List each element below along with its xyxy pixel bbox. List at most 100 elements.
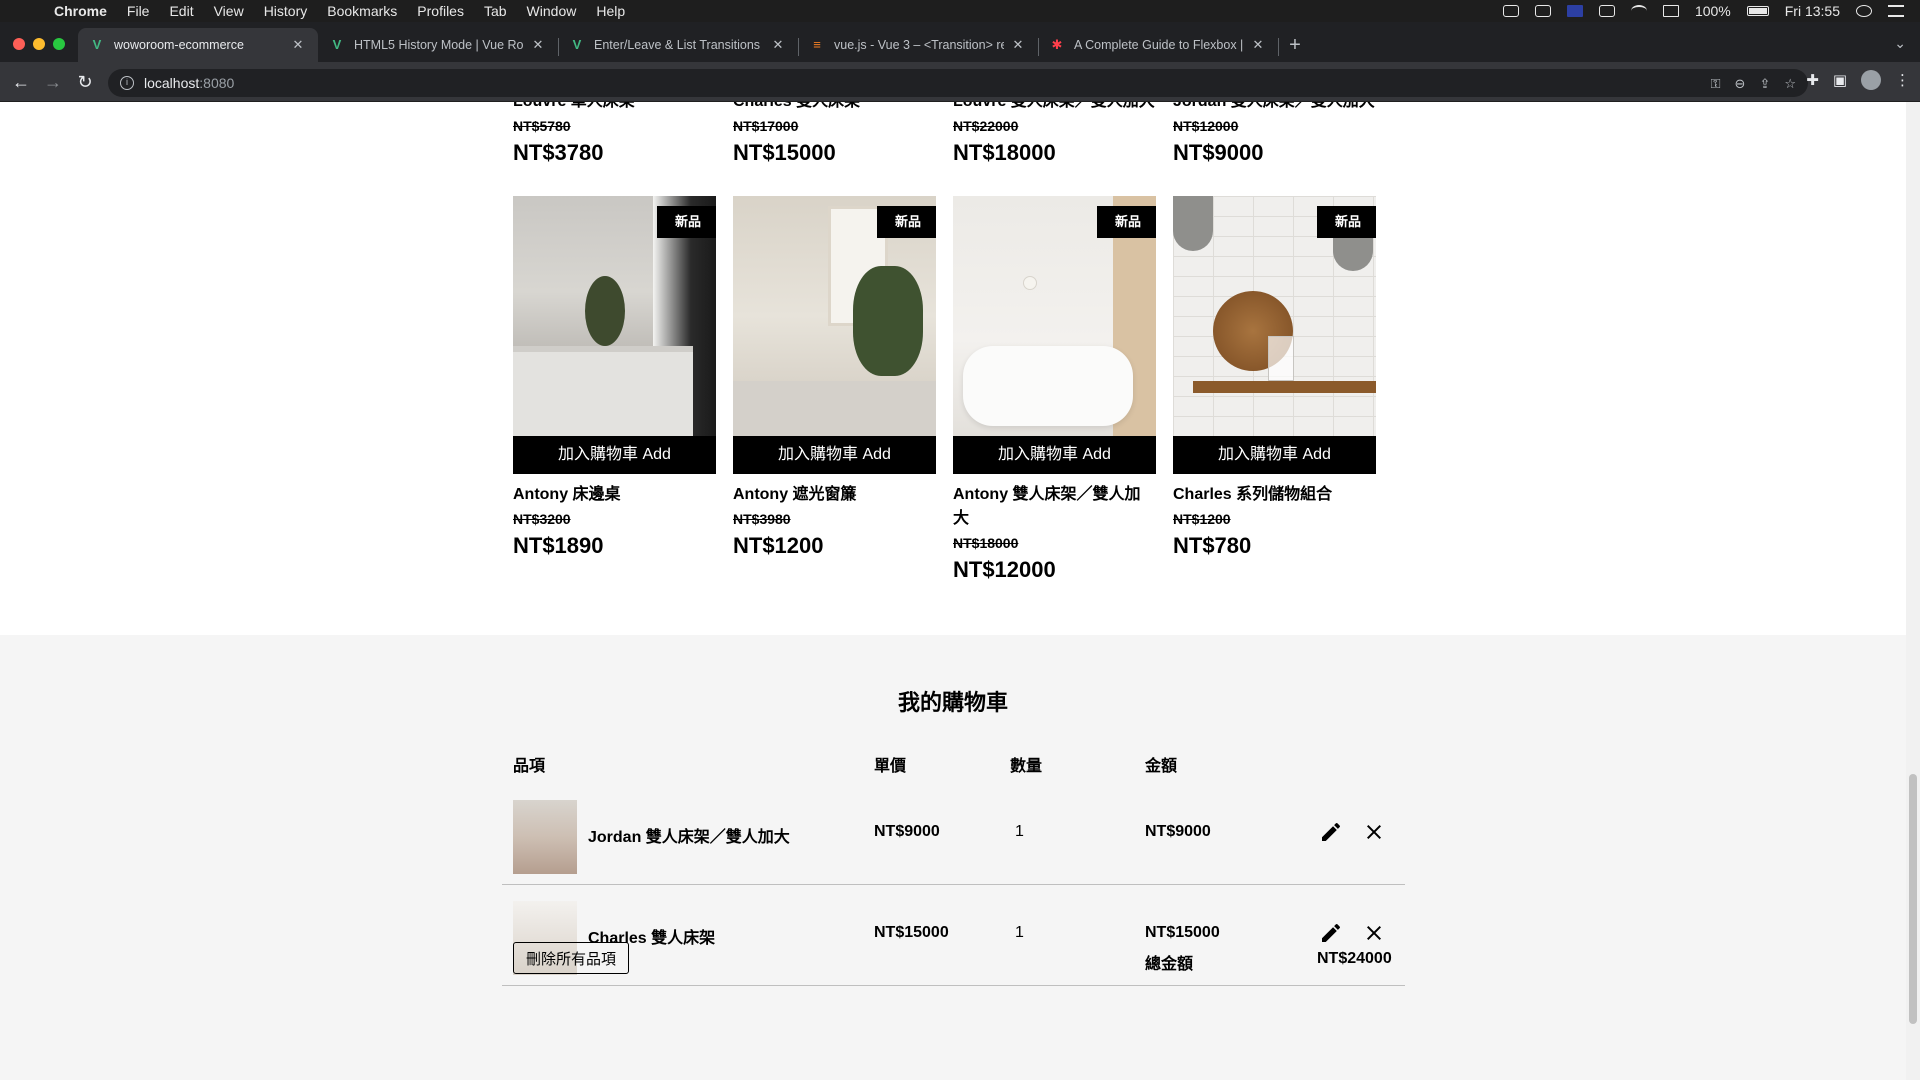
cart-row: Jordan 雙人床架／雙人加大 NT$9000 1 NT$9000 xyxy=(502,785,1405,885)
battery-icon[interactable] xyxy=(1746,6,1769,16)
product-row: 新品 加入購物車 Add Antony 床邊桌 NT$3200 NT$1890 … xyxy=(513,196,1376,585)
product-price: NT$9000 xyxy=(1173,140,1264,165)
site-info-icon[interactable]: i xyxy=(120,76,134,90)
close-tab-icon[interactable]: ✕ xyxy=(530,37,546,53)
product-card: Louvre 雙人床架／雙人加大 NT$22000 NT$18000 xyxy=(953,102,1156,168)
macos-menubar: Chrome File Edit View History Bookmarks … xyxy=(0,0,1920,22)
product-price: NT$15000 xyxy=(733,140,836,165)
app-tray-icon[interactable] xyxy=(1534,5,1551,17)
page-scrollbar[interactable] xyxy=(1906,102,1920,1080)
tab-search-chevron-icon[interactable]: ⌄ xyxy=(1894,35,1906,52)
product-card: 新品 加入購物車 Add Charles 系列儲物組合 NT$1200 NT$7… xyxy=(1173,196,1376,585)
side-panel-icon[interactable]: ▣ xyxy=(1833,71,1847,89)
tab-css-tricks[interactable]: ✱ A Complete Guide to Flexbox | ✕ xyxy=(1038,28,1278,62)
screen-mirroring-icon[interactable] xyxy=(1662,5,1679,17)
remove-close-icon[interactable] xyxy=(1362,820,1386,844)
product-price: NT$3780 xyxy=(513,140,604,165)
product-image[interactable]: 新品 xyxy=(1173,196,1376,436)
cart-header-qty: 數量 xyxy=(1010,758,1043,775)
product-name: Louvre 單人床架 xyxy=(513,102,716,114)
omnibox-actions: ⚿ ⊖ ⇪ ☆ xyxy=(1711,76,1796,92)
menu-tab[interactable]: Tab xyxy=(484,3,507,19)
new-tab-plus-icon[interactable]: + xyxy=(1285,35,1305,55)
menu-edit[interactable]: Edit xyxy=(169,3,193,19)
bookmark-star-icon[interactable]: ☆ xyxy=(1784,76,1796,92)
tab-title: vue.js - Vue 3 – <Transition> re xyxy=(834,38,1004,52)
product-card: Louvre 單人床架 NT$5780 NT$3780 xyxy=(513,102,716,168)
menu-app-name[interactable]: Chrome xyxy=(54,3,107,19)
product-original-price: NT$3200 xyxy=(513,511,571,527)
product-price: NT$12000 xyxy=(953,557,1056,582)
tab-title: A Complete Guide to Flexbox | xyxy=(1074,38,1244,52)
control-center-icon[interactable] xyxy=(1888,5,1904,17)
wifi-icon[interactable] xyxy=(1630,5,1647,17)
tab-transitions[interactable]: V Enter/Leave & List Transitions ✕ xyxy=(558,28,798,62)
vue-icon: V xyxy=(332,37,342,52)
cart-item-name: Jordan 雙人床架／雙人加大 xyxy=(588,829,790,846)
menubar-tray: 100% Fri 13:55 xyxy=(1502,0,1904,22)
menubar-clock[interactable]: Fri 13:55 xyxy=(1785,3,1840,19)
close-window-button[interactable] xyxy=(13,38,25,50)
back-arrow-icon[interactable]: ← xyxy=(9,70,33,94)
page-viewport: Louvre 單人床架 NT$5780 NT$3780 Charles 雙人床架… xyxy=(0,102,1920,1080)
zoom-icon[interactable]: ⊖ xyxy=(1735,76,1746,92)
product-name: Antony 雙人床架／雙人加大 xyxy=(953,486,1141,527)
product-name: Antony 床邊桌 xyxy=(513,486,621,503)
product-original-price: NT$5780 xyxy=(513,118,571,134)
add-to-cart-button[interactable]: 加入購物車 Add xyxy=(733,436,936,474)
menu-view[interactable]: View xyxy=(214,3,244,19)
menu-help[interactable]: Help xyxy=(596,3,625,19)
product-image[interactable]: 新品 xyxy=(513,196,716,436)
bluetooth-icon[interactable] xyxy=(1598,5,1615,17)
product-image[interactable]: 新品 xyxy=(733,196,936,436)
toolbar-actions: ✚ ▣ ⋮ xyxy=(1806,70,1910,90)
edit-pencil-icon[interactable] xyxy=(1319,820,1343,844)
close-tab-icon[interactable]: ✕ xyxy=(1010,37,1026,53)
product-name: Charles 系列儲物組合 xyxy=(1173,486,1333,503)
close-tab-icon[interactable]: ✕ xyxy=(1250,37,1266,53)
add-to-cart-button[interactable]: 加入購物車 Add xyxy=(1173,436,1376,474)
forward-arrow-icon[interactable]: → xyxy=(41,70,65,94)
vue-icon: V xyxy=(572,37,582,52)
menu-history[interactable]: History xyxy=(264,3,308,19)
spotlight-search-icon[interactable] xyxy=(1856,5,1872,17)
minimize-window-button[interactable] xyxy=(33,38,45,50)
product-price: NT$18000 xyxy=(953,140,1056,165)
tab-title: woworoom-ecommerce xyxy=(114,38,244,52)
input-source-flag-icon[interactable] xyxy=(1566,5,1583,17)
extensions-puzzle-icon[interactable]: ✚ xyxy=(1806,71,1819,89)
creative-cloud-icon[interactable] xyxy=(1502,5,1519,17)
reload-icon[interactable]: ↻ xyxy=(73,70,97,94)
tab-separator xyxy=(1278,38,1279,56)
add-to-cart-button[interactable]: 加入購物車 Add xyxy=(513,436,716,474)
tab-woworoom[interactable]: V woworoom-ecommerce ✕ xyxy=(78,28,318,62)
product-original-price: NT$18000 xyxy=(953,535,1019,551)
product-original-price: NT$3980 xyxy=(733,511,791,527)
menu-window[interactable]: Window xyxy=(527,3,577,19)
menu-file[interactable]: File xyxy=(127,3,150,19)
tab-stackoverflow[interactable]: ≡ vue.js - Vue 3 – <Transition> re ✕ xyxy=(798,28,1038,62)
clear-cart-button[interactable]: 刪除所有品項 xyxy=(513,942,630,974)
vue-icon: V xyxy=(92,37,102,52)
menu-profiles[interactable]: Profiles xyxy=(417,3,464,19)
tab-html5-history[interactable]: V HTML5 History Mode | Vue Ro ✕ xyxy=(318,28,558,62)
cart-section: 我的購物車 品項 單價 數量 金額 Jordan 雙人床架／雙人加大 NT$90… xyxy=(0,635,1920,1080)
cart-total-value: NT$24000 xyxy=(1317,950,1392,967)
key-icon[interactable]: ⚿ xyxy=(1711,76,1721,92)
chrome-menu-icon[interactable]: ⋮ xyxy=(1895,71,1910,89)
menu-bookmarks[interactable]: Bookmarks xyxy=(327,3,397,19)
address-host: localhost xyxy=(144,75,200,91)
zoom-window-button[interactable] xyxy=(53,38,65,50)
share-icon[interactable]: ⇪ xyxy=(1759,76,1770,92)
close-tab-icon[interactable]: ✕ xyxy=(290,37,306,53)
window-controls xyxy=(13,38,65,50)
product-image[interactable]: 新品 xyxy=(953,196,1156,436)
scrollbar-thumb[interactable] xyxy=(1909,774,1917,1024)
close-tab-icon[interactable]: ✕ xyxy=(770,37,786,53)
product-card: Charles 雙人床架 NT$17000 NT$15000 xyxy=(733,102,936,168)
cart-header-price: 單價 xyxy=(874,758,907,775)
add-to-cart-button[interactable]: 加入購物車 Add xyxy=(953,436,1156,474)
profile-avatar[interactable] xyxy=(1861,70,1881,90)
tab-title: Enter/Leave & List Transitions xyxy=(594,38,761,52)
address-bar[interactable]: i localhost:8080 ⚿ ⊖ ⇪ ☆ xyxy=(108,69,1808,97)
